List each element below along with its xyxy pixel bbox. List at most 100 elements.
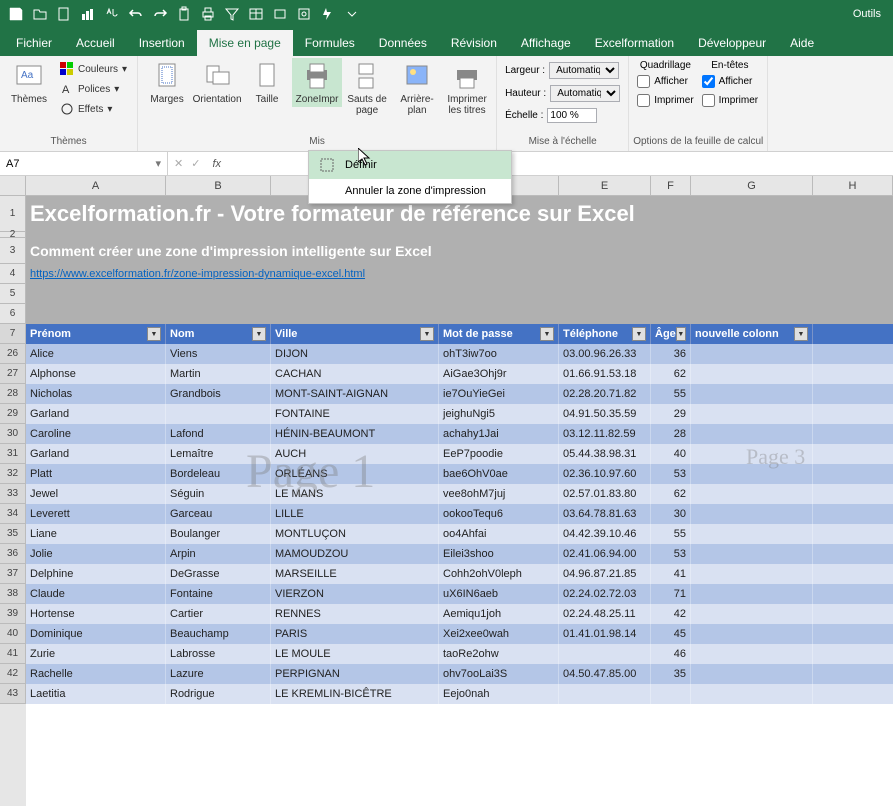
table-cell[interactable]: CACHAN — [271, 364, 439, 384]
row-header[interactable]: 42 — [0, 664, 26, 684]
table-cell[interactable]: Boulanger — [166, 524, 271, 544]
table-cell[interactable]: LE MANS — [271, 484, 439, 504]
tab-formules[interactable]: Formules — [293, 30, 367, 56]
table-cell[interactable]: 36 — [651, 344, 691, 364]
table-cell[interactable]: 28 — [651, 424, 691, 444]
breaks-button[interactable]: Sauts de page — [342, 58, 392, 118]
background-button[interactable]: Arrière-plan — [392, 58, 442, 118]
table-cell[interactable]: Rachelle — [26, 664, 166, 684]
more-icon[interactable] — [340, 2, 364, 26]
table-cell[interactable] — [691, 664, 813, 684]
gridlines-show-checkbox[interactable] — [637, 75, 650, 88]
tab-revision[interactable]: Révision — [439, 30, 509, 56]
table-cell[interactable]: PERPIGNAN — [271, 664, 439, 684]
table-cell[interactable]: jeighuNgi5 — [439, 404, 559, 424]
column-header[interactable]: H — [813, 176, 893, 195]
row-header[interactable]: 39 — [0, 604, 26, 624]
table-cell[interactable]: Liane — [26, 524, 166, 544]
table-cell[interactable]: Viens — [166, 344, 271, 364]
row-header[interactable]: 34 — [0, 504, 26, 524]
fonts-button[interactable]: APolices ▾ — [56, 80, 131, 98]
column-header[interactable]: A — [26, 176, 166, 195]
table-cell[interactable] — [691, 344, 813, 364]
table-cell[interactable]: Eilei3shoo — [439, 544, 559, 564]
macro-icon[interactable] — [292, 2, 316, 26]
chart-icon[interactable] — [76, 2, 100, 26]
filter-button[interactable]: ▼ — [252, 327, 266, 341]
table-cell[interactable]: taoRe2ohw — [439, 644, 559, 664]
row-header[interactable]: 35 — [0, 524, 26, 544]
table-cell[interactable]: Eejo0nah — [439, 684, 559, 704]
table-cell[interactable]: Hortense — [26, 604, 166, 624]
table-cell[interactable]: HÉNIN-BEAUMONT — [271, 424, 439, 444]
column-header[interactable]: E — [559, 176, 651, 195]
table-cell[interactable]: 04.91.50.35.59 — [559, 404, 651, 424]
table-cell[interactable]: Zurie — [26, 644, 166, 664]
table-cell[interactable]: Cartier — [166, 604, 271, 624]
tab-insertion[interactable]: Insertion — [127, 30, 197, 56]
filter-icon[interactable] — [220, 2, 244, 26]
themes-button[interactable]: Aa Thèmes — [4, 58, 54, 107]
table-cell[interactable]: vee8ohM7juj — [439, 484, 559, 504]
table-cell[interactable]: VIERZON — [271, 584, 439, 604]
table-cell[interactable] — [691, 644, 813, 664]
table-cell[interactable]: Claude — [26, 584, 166, 604]
table-cell[interactable]: Rodrigue — [166, 684, 271, 704]
table-header-cell[interactable]: Téléphone▼ — [559, 324, 651, 344]
table-cell[interactable]: 55 — [651, 384, 691, 404]
table-cell[interactable]: 53 — [651, 544, 691, 564]
height-select[interactable]: Automatiqu — [550, 85, 620, 102]
tab-accueil[interactable]: Accueil — [64, 30, 127, 56]
row-header[interactable]: 3 — [0, 238, 26, 264]
table-cell[interactable]: 03.64.78.81.63 — [559, 504, 651, 524]
table-cell[interactable]: Lazure — [166, 664, 271, 684]
table-cell[interactable]: 42 — [651, 604, 691, 624]
table-cell[interactable]: 30 — [651, 504, 691, 524]
table-cell[interactable] — [691, 684, 813, 704]
filter-button[interactable]: ▼ — [420, 327, 434, 341]
table-cell[interactable]: Xei2xee0wah — [439, 624, 559, 644]
table-cell[interactable]: 02.41.06.94.00 — [559, 544, 651, 564]
table-cell[interactable]: DeGrasse — [166, 564, 271, 584]
table-cell[interactable] — [651, 684, 691, 704]
row-header[interactable]: 36 — [0, 544, 26, 564]
table-cell[interactable]: 45 — [651, 624, 691, 644]
table-header-cell[interactable]: Mot de passe▼ — [439, 324, 559, 344]
table-cell[interactable] — [691, 364, 813, 384]
table-cell[interactable]: 62 — [651, 484, 691, 504]
table-header-cell[interactable]: nouvelle colonn▼ — [691, 324, 813, 344]
table-icon[interactable] — [244, 2, 268, 26]
table-header-cell[interactable]: Prénom▼ — [26, 324, 166, 344]
table-cell[interactable] — [691, 564, 813, 584]
row-header[interactable]: 43 — [0, 684, 26, 704]
table-cell[interactable]: RENNES — [271, 604, 439, 624]
table-cell[interactable]: 35 — [651, 664, 691, 684]
row-header[interactable]: 41 — [0, 644, 26, 664]
tab-aide[interactable]: Aide — [778, 30, 826, 56]
banner-link[interactable]: https://www.excelformation.fr/zone-impre… — [30, 268, 365, 280]
filter-button[interactable]: ▼ — [794, 327, 808, 341]
table-cell[interactable]: 01.41.01.98.14 — [559, 624, 651, 644]
table-cell[interactable]: 02.57.01.83.80 — [559, 484, 651, 504]
table-cell[interactable]: ohT3iw7oo — [439, 344, 559, 364]
undo-icon[interactable] — [124, 2, 148, 26]
margins-button[interactable]: Marges — [142, 58, 192, 107]
table-cell[interactable]: 03.00.96.26.33 — [559, 344, 651, 364]
print-icon[interactable] — [196, 2, 220, 26]
table-cell[interactable] — [691, 464, 813, 484]
row-header[interactable]: 38 — [0, 584, 26, 604]
table-cell[interactable] — [691, 544, 813, 564]
table-cell[interactable]: 05.44.38.98.31 — [559, 444, 651, 464]
table-cell[interactable]: Caroline — [26, 424, 166, 444]
table-cell[interactable] — [559, 644, 651, 664]
table-cell[interactable]: 04.42.39.10.46 — [559, 524, 651, 544]
table-cell[interactable] — [691, 384, 813, 404]
tab-fichier[interactable]: Fichier — [4, 30, 64, 56]
row-header[interactable]: 31 — [0, 444, 26, 464]
redo-icon[interactable] — [148, 2, 172, 26]
table-cell[interactable]: MONTLUÇON — [271, 524, 439, 544]
row-header[interactable]: 1 — [0, 196, 26, 232]
table-cell[interactable]: uX6IN6aeb — [439, 584, 559, 604]
table-cell[interactable]: 40 — [651, 444, 691, 464]
table-cell[interactable]: 55 — [651, 524, 691, 544]
